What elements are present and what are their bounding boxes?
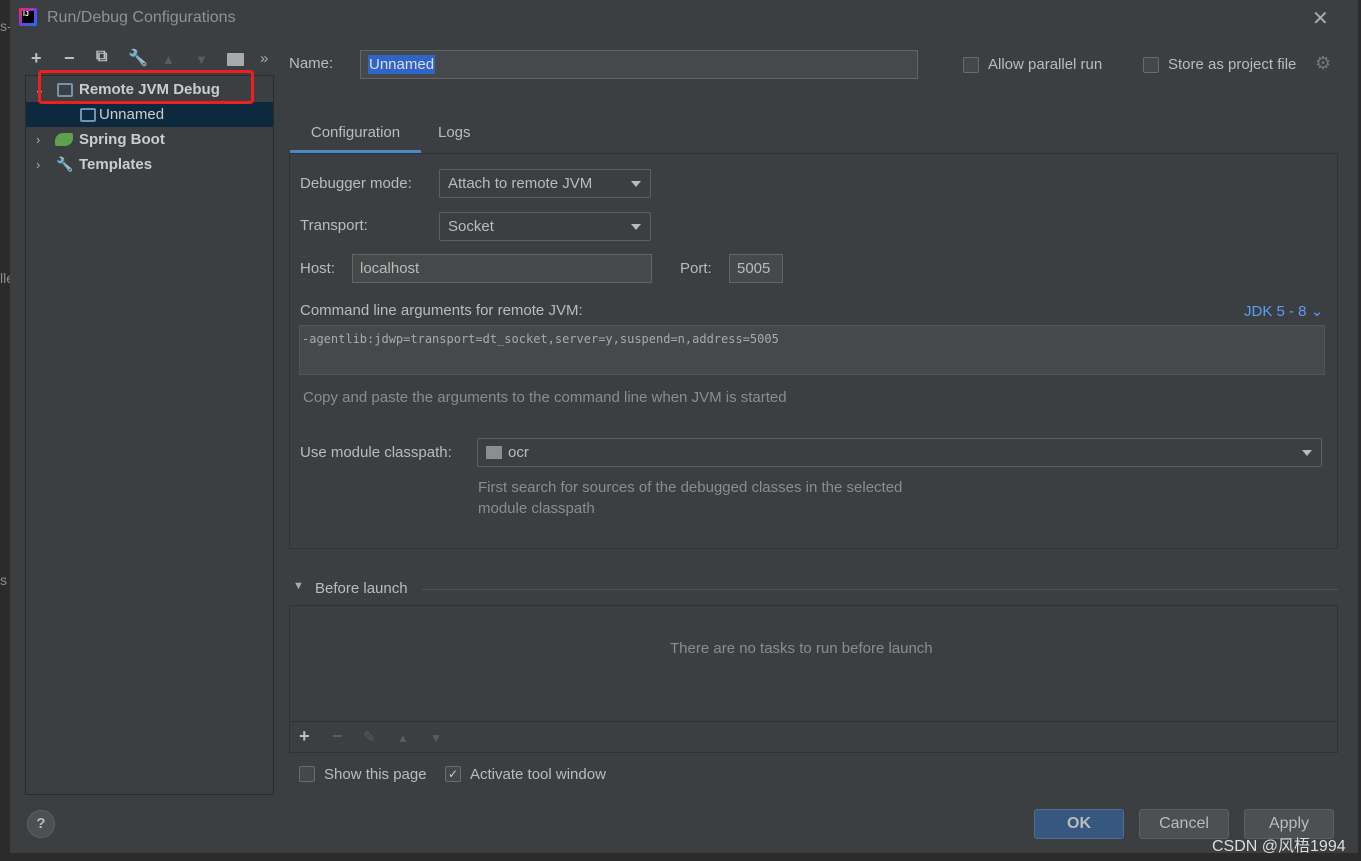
allow-parallel-checkbox[interactable]	[963, 57, 979, 73]
debugger-mode-value: Attach to remote JVM	[448, 175, 593, 192]
move-up-icon[interactable]: ▲	[162, 52, 175, 67]
tree-item-templates[interactable]: › 🔧 Templates	[26, 152, 273, 177]
host-label: Host:	[300, 260, 336, 277]
jdk-version-dropdown[interactable]: JDK 5 - 8 ⌄	[1244, 302, 1323, 320]
bg-fragment: s	[0, 572, 7, 588]
collapse-triangle-icon[interactable]: ▼	[293, 580, 304, 592]
allow-parallel-label: Allow parallel run	[988, 56, 1103, 73]
spring-boot-icon	[55, 133, 73, 146]
classpath-hint: First search for sources of the debugged…	[478, 479, 903, 496]
before-launch-panel	[289, 605, 1338, 753]
tab-logs[interactable]: Logs	[438, 124, 471, 141]
add-task-icon[interactable]: +	[299, 726, 310, 747]
tree-item-label: Unnamed	[99, 106, 165, 123]
activate-tool-label: Activate tool window	[470, 766, 606, 783]
debugger-mode-label: Debugger mode:	[300, 175, 412, 192]
config-tree: ⌄ Remote JVM Debug Unnamed › Spring Boot…	[25, 75, 274, 795]
tab-label: Logs	[438, 124, 471, 141]
chevron-down-icon: ⌄	[1310, 303, 1324, 320]
cmd-args-field[interactable]: -agentlib:jdwp=transport=dt_socket,serve…	[299, 325, 1325, 375]
more-icon[interactable]: »	[260, 50, 268, 67]
remove-icon[interactable]: −	[64, 48, 75, 69]
debugger-mode-select[interactable]: Attach to remote JVM	[439, 169, 651, 198]
remove-task-icon[interactable]: −	[332, 726, 343, 747]
tree-item-unnamed[interactable]: Unnamed	[26, 102, 273, 127]
highlight-box	[38, 70, 254, 104]
copy-icon[interactable]: ⧉	[96, 48, 107, 66]
jdk-version-value: JDK 5 - 8	[1244, 303, 1307, 320]
activate-tool-checkbox[interactable]: ✓	[445, 766, 461, 782]
show-page-checkbox[interactable]	[299, 766, 315, 782]
store-project-label: Store as project file	[1168, 56, 1297, 73]
close-icon[interactable]: ✕	[1312, 6, 1329, 31]
host-input[interactable]: localhost	[352, 254, 652, 283]
chevron-right-icon[interactable]: ›	[36, 152, 40, 177]
store-project-checkbox[interactable]	[1143, 57, 1159, 73]
gear-icon[interactable]: ⚙	[1315, 53, 1331, 74]
move-up-icon[interactable]: ▲	[397, 731, 409, 745]
new-folder-icon[interactable]	[227, 53, 244, 66]
cmd-label: Command line arguments for remote JVM:	[300, 302, 583, 319]
module-folder-icon	[486, 446, 502, 459]
before-launch-label: Before launch	[315, 580, 408, 597]
divider	[290, 721, 1337, 722]
transport-value: Socket	[448, 218, 494, 235]
dialog-title: Run/Debug Configurations	[47, 9, 236, 26]
classpath-hint: module classpath	[478, 500, 595, 517]
classpath-label: Use module classpath:	[300, 444, 452, 461]
remote-debug-icon	[80, 108, 96, 122]
tree-item-label: Spring Boot	[79, 131, 165, 148]
transport-label: Transport:	[300, 217, 368, 234]
help-button[interactable]: ?	[27, 810, 55, 838]
name-input[interactable]: Unnamed	[360, 50, 918, 79]
name-label: Name:	[289, 55, 334, 72]
intellij-logo-icon: IJ	[19, 8, 37, 26]
add-icon[interactable]: +	[31, 48, 42, 69]
cmd-hint: Copy and paste the arguments to the comm…	[303, 389, 787, 406]
name-value: Unnamed	[368, 55, 436, 74]
show-page-label: Show this page	[324, 766, 427, 783]
tree-item-label: Templates	[79, 156, 153, 173]
run-debug-dialog: IJ Run/Debug Configurations ✕ + − ⧉ 🔧 ▲ …	[10, 0, 1358, 853]
classpath-value: ocr	[508, 444, 529, 461]
move-down-icon[interactable]: ▼	[195, 52, 208, 67]
port-label: Port:	[680, 260, 712, 277]
move-down-icon[interactable]: ▼	[430, 731, 442, 745]
wrench-icon[interactable]: 🔧	[128, 48, 148, 68]
classpath-select[interactable]: ocr	[477, 438, 1322, 467]
wrench-icon: 🔧	[56, 156, 74, 172]
chevron-right-icon[interactable]: ›	[36, 127, 40, 152]
port-input[interactable]: 5005	[729, 254, 783, 283]
transport-select[interactable]: Socket	[439, 212, 651, 241]
tree-item-spring-boot[interactable]: › Spring Boot	[26, 127, 273, 152]
edit-task-icon[interactable]: ✎	[363, 728, 376, 746]
divider	[422, 589, 1338, 590]
before-launch-empty: There are no tasks to run before launch	[670, 640, 933, 657]
tab-configuration[interactable]: Configuration	[290, 115, 421, 153]
ok-button[interactable]: OK	[1034, 809, 1124, 839]
tab-label: Configuration	[310, 124, 401, 141]
watermark: CSDN @风梧1994	[1212, 838, 1346, 855]
